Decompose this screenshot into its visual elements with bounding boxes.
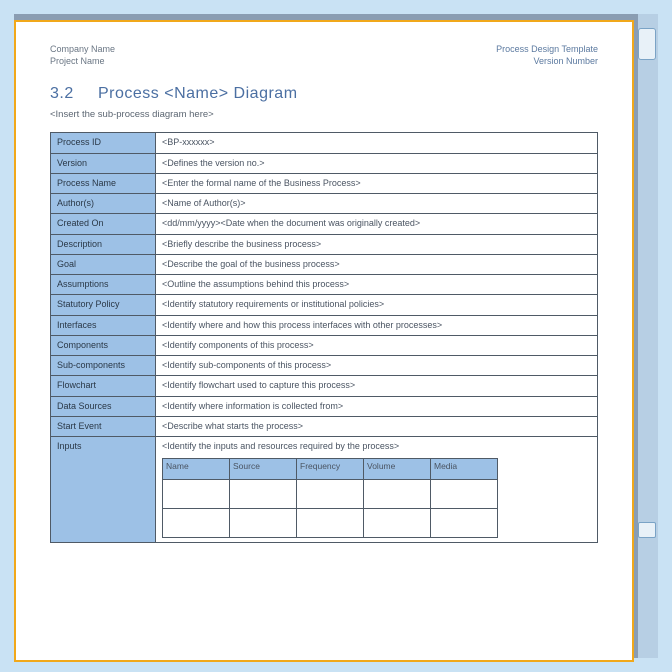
inner-cell <box>163 480 230 509</box>
row-value: <BP-xxxxxx> <box>156 133 598 153</box>
row-label: Start Event <box>51 416 156 436</box>
inputs-inner-table: Name Source Frequency Volume Media <box>162 458 498 538</box>
row-value: <Identify components of this process> <box>156 335 598 355</box>
inner-cell <box>297 480 364 509</box>
inputs-cell: <Identify the inputs and resources requi… <box>156 437 598 543</box>
row-label: Created On <box>51 214 156 234</box>
table-row: Goal<Describe the goal of the business p… <box>51 254 598 274</box>
inner-col: Name <box>163 459 230 480</box>
table-row: Statutory Policy<Identify statutory requ… <box>51 295 598 315</box>
inner-cell <box>364 509 431 538</box>
table-row: Flowchart<Identify flowchart used to cap… <box>51 376 598 396</box>
row-label: Version <box>51 153 156 173</box>
row-label: Goal <box>51 254 156 274</box>
row-value: <Defines the version no.> <box>156 153 598 173</box>
inner-cell <box>230 509 297 538</box>
table-row: Sub-components<Identify sub-components o… <box>51 356 598 376</box>
inner-cell <box>163 509 230 538</box>
row-label: Interfaces <box>51 315 156 335</box>
table-row: Process ID<BP-xxxxxx> <box>51 133 598 153</box>
table-row: Data Sources<Identify where information … <box>51 396 598 416</box>
page-header: Company Name Project Name Process Design… <box>50 44 598 67</box>
row-value: <dd/mm/yyyy><Date when the document was … <box>156 214 598 234</box>
row-label: Inputs <box>51 437 156 543</box>
inner-col: Volume <box>364 459 431 480</box>
inner-cell <box>431 480 498 509</box>
row-value: <Identify where and how this process int… <box>156 315 598 335</box>
page-edge: Company Name Project Name Process Design… <box>14 20 634 662</box>
section-number: 3.2 <box>50 85 80 103</box>
header-right-line2: Version Number <box>533 56 598 66</box>
inner-empty-row <box>163 509 498 538</box>
header-left-line1: Company Name <box>50 44 115 54</box>
row-value: <Name of Author(s)> <box>156 194 598 214</box>
inner-header-row: Name Source Frequency Volume Media <box>163 459 498 480</box>
row-value: <Describe what starts the process> <box>156 416 598 436</box>
table-row: Assumptions<Outline the assumptions behi… <box>51 275 598 295</box>
inner-empty-row <box>163 480 498 509</box>
vertical-scrollbar[interactable] <box>638 14 658 658</box>
row-value: <Identify where information is collected… <box>156 396 598 416</box>
row-value: <Describe the goal of the business proce… <box>156 254 598 274</box>
row-label: Components <box>51 335 156 355</box>
table-row: Process Name<Enter the formal name of th… <box>51 173 598 193</box>
inner-col: Frequency <box>297 459 364 480</box>
inner-cell <box>230 480 297 509</box>
header-left-line2: Project Name <box>50 56 105 66</box>
row-label: Statutory Policy <box>51 295 156 315</box>
inner-col: Media <box>431 459 498 480</box>
document-page: Company Name Project Name Process Design… <box>16 22 632 553</box>
table-row: Interfaces<Identify where and how this p… <box>51 315 598 335</box>
row-label: Process Name <box>51 173 156 193</box>
section-subtitle: <Insert the sub-process diagram here> <box>50 109 598 120</box>
inner-col: Source <box>230 459 297 480</box>
inner-cell <box>431 509 498 538</box>
row-value: <Briefly describe the business process> <box>156 234 598 254</box>
table-row: Components<Identify components of this p… <box>51 335 598 355</box>
inner-cell <box>364 480 431 509</box>
process-table: Process ID<BP-xxxxxx> Version<Defines th… <box>50 132 598 543</box>
table-row: Start Event<Describe what starts the pro… <box>51 416 598 436</box>
row-value: <Outline the assumptions behind this pro… <box>156 275 598 295</box>
row-value: <Identify flowchart used to capture this… <box>156 376 598 396</box>
row-label: Sub-components <box>51 356 156 376</box>
row-label: Process ID <box>51 133 156 153</box>
header-right: Process Design Template Version Number <box>496 44 598 67</box>
inputs-desc: <Identify the inputs and resources requi… <box>162 441 399 451</box>
row-value: <Enter the formal name of the Business P… <box>156 173 598 193</box>
table-row: Author(s)<Name of Author(s)> <box>51 194 598 214</box>
row-value: <Identify sub-components of this process… <box>156 356 598 376</box>
table-row: Description<Briefly describe the busines… <box>51 234 598 254</box>
row-label: Author(s) <box>51 194 156 214</box>
inner-cell <box>297 509 364 538</box>
inputs-row: Inputs <Identify the inputs and resource… <box>51 437 598 543</box>
row-label: Description <box>51 234 156 254</box>
table-row: Version<Defines the version no.> <box>51 153 598 173</box>
row-value: <Identify statutory requirements or inst… <box>156 295 598 315</box>
app-frame: Company Name Project Name Process Design… <box>0 0 672 672</box>
browse-object-button[interactable] <box>638 522 656 538</box>
table-row: Created On<dd/mm/yyyy><Date when the doc… <box>51 214 598 234</box>
section-title-text: Process <Name> Diagram <box>98 85 298 103</box>
section-title: 3.2 Process <Name> Diagram <box>50 85 598 103</box>
row-label: Data Sources <box>51 396 156 416</box>
row-label: Flowchart <box>51 376 156 396</box>
scroll-thumb[interactable] <box>638 28 656 60</box>
header-right-line1: Process Design Template <box>496 44 598 54</box>
header-left: Company Name Project Name <box>50 44 115 67</box>
row-label: Assumptions <box>51 275 156 295</box>
process-table-body: Process ID<BP-xxxxxx> Version<Defines th… <box>51 133 598 543</box>
